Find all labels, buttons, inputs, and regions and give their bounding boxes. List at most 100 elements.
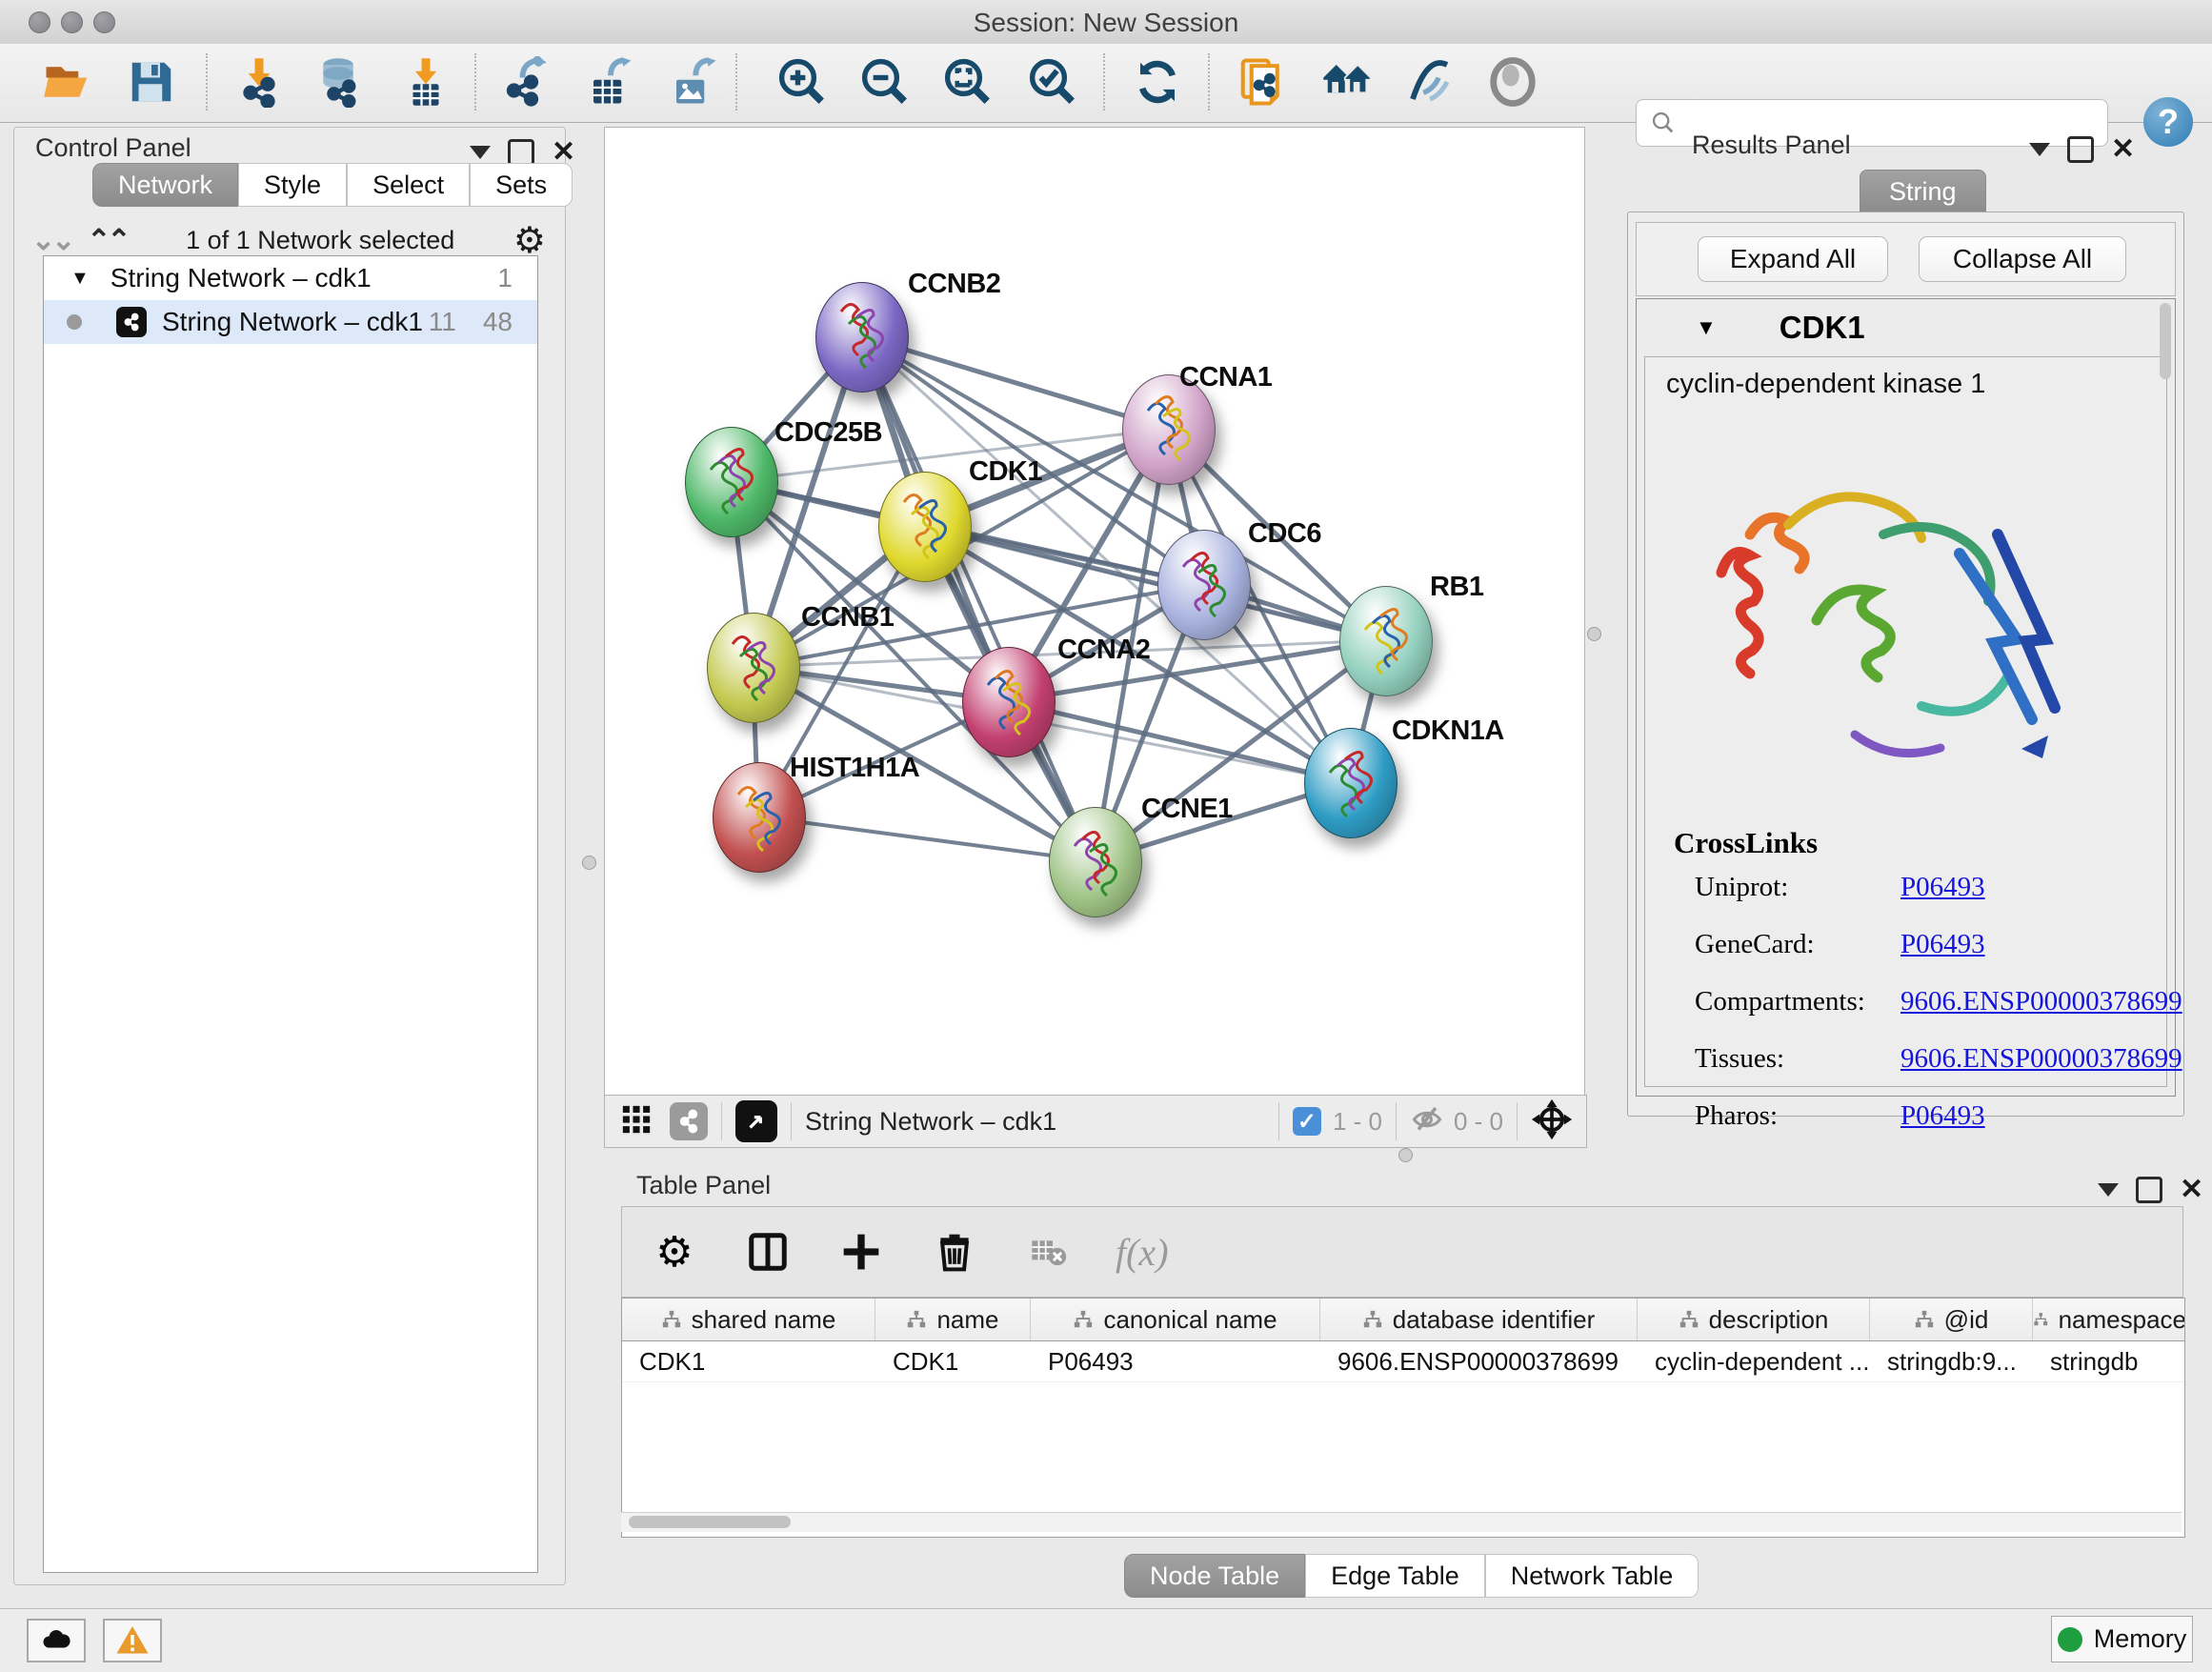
left-splitter-handle[interactable] — [582, 856, 596, 870]
birds-eye-view-icon[interactable] — [735, 1100, 777, 1142]
table-row[interactable]: CDK1CDK1P064939606.ENSP00000378699cyclin… — [622, 1341, 2184, 1382]
cloud-button[interactable] — [27, 1619, 86, 1662]
crosslink-label: Compartments: — [1695, 986, 1865, 1017]
node-CDK1[interactable] — [878, 472, 972, 582]
zoom-in-icon[interactable] — [774, 54, 830, 110]
crosslink-link[interactable]: P06493 — [1900, 929, 1985, 960]
string-results-container: Expand All Collapse All ▼ CDK1 cyclin-de… — [1627, 212, 2184, 1117]
open-session-icon[interactable] — [40, 54, 95, 110]
crosslink-link[interactable]: 9606.ENSP00000378699 — [1900, 1043, 2182, 1075]
maximize-panel-icon[interactable] — [2067, 136, 2094, 163]
delete-table-icon[interactable] — [1022, 1226, 1074, 1278]
gene-entry-content: cyclin-dependent kinase 1 — [1644, 356, 2167, 1087]
node-CDKN1A[interactable] — [1304, 728, 1398, 838]
cybrowser-home-icon[interactable] — [1319, 54, 1375, 110]
string-import-icon[interactable] — [1235, 54, 1290, 110]
close-panel-icon[interactable]: ✕ — [552, 142, 575, 163]
memory-button[interactable]: Memory — [2051, 1616, 2193, 1662]
collection-expander-icon[interactable]: ▼ — [70, 268, 90, 290]
collapse-all-button[interactable]: Collapse All — [1919, 236, 2126, 282]
warnings-button[interactable] — [103, 1619, 162, 1662]
zoom-fit-content-icon[interactable] — [940, 54, 995, 110]
tab-edge-table[interactable]: Edge Table — [1305, 1554, 1485, 1598]
highlight-eye-icon[interactable] — [1485, 54, 1540, 110]
control-panel-title: Control Panel — [35, 133, 191, 163]
show-columns-icon[interactable] — [742, 1226, 794, 1278]
node-CCNB2[interactable] — [815, 282, 909, 393]
export-table-icon[interactable] — [583, 54, 638, 110]
tab-sets[interactable]: Sets — [470, 163, 573, 207]
node-CDC25B[interactable] — [685, 427, 778, 537]
tab-select[interactable]: Select — [347, 163, 470, 207]
refresh-view-icon[interactable] — [1130, 54, 1185, 110]
column-header-namespace[interactable]: namespace — [2033, 1299, 2185, 1340]
table-cell[interactable]: CDK1 — [622, 1341, 875, 1381]
node-RB1[interactable] — [1339, 586, 1433, 696]
node-table[interactable]: shared namenamecanonical namedatabase id… — [621, 1298, 2185, 1538]
table-cell[interactable]: 9606.ENSP00000378699 — [1320, 1341, 1638, 1381]
zoom-selected-icon[interactable] — [1025, 54, 1080, 110]
maximize-panel-icon[interactable] — [508, 139, 534, 166]
protein-structure-thumbnail — [708, 614, 799, 722]
node-CCNE1[interactable] — [1049, 807, 1142, 917]
hide-graphics-details-icon[interactable] — [1402, 54, 1458, 110]
maximize-panel-icon[interactable] — [2136, 1177, 2162, 1203]
tab-node-table[interactable]: Node Table — [1124, 1554, 1305, 1598]
node-CCNB1[interactable] — [707, 613, 800, 723]
column-header-description[interactable]: description — [1638, 1299, 1870, 1340]
crosslink-link[interactable]: P06493 — [1900, 872, 1985, 903]
import-network-from-file-icon[interactable] — [231, 54, 287, 110]
tab-network-table[interactable]: Network Table — [1485, 1554, 1699, 1598]
delete-column-icon[interactable] — [929, 1226, 980, 1278]
node-CCNA2[interactable] — [962, 647, 1056, 757]
network-canvas[interactable]: CCNB2CCNA1CDC25BCDK1CDC6RB1CCNB1CCNA2CDK… — [604, 127, 1585, 1096]
table-cell[interactable]: cyclin-dependent ... — [1638, 1341, 1870, 1381]
export-image-icon[interactable] — [666, 54, 721, 110]
crosslink-link[interactable]: 9606.ENSP00000378699 — [1900, 986, 2182, 1017]
node-label-CCNB1: CCNB1 — [801, 602, 894, 634]
import-table-from-file-icon[interactable] — [398, 54, 453, 110]
tab-string[interactable]: String — [1860, 170, 1986, 213]
close-panel-icon[interactable]: ✕ — [2111, 139, 2135, 160]
expand-all-button[interactable]: Expand All — [1698, 236, 1888, 282]
table-cell[interactable]: stringdb:9... — [1870, 1341, 2033, 1381]
column-header-database-identifier[interactable]: database identifier — [1320, 1299, 1638, 1340]
save-session-icon[interactable] — [124, 54, 179, 110]
hidden-eye-icon[interactable] — [1410, 1102, 1444, 1141]
function-builder-icon[interactable]: f(x) — [1116, 1230, 1169, 1275]
right-splitter-handle[interactable] — [1587, 627, 1601, 641]
float-panel-icon[interactable] — [2029, 143, 2050, 156]
expand-all-networks-icon[interactable]: ⌃⌃ — [87, 224, 127, 257]
crosslink-link[interactable]: P06493 — [1900, 1100, 1985, 1132]
column-header-@id[interactable]: @id — [1870, 1299, 2033, 1340]
collapse-all-networks-icon[interactable]: ⌄⌄ — [31, 224, 71, 257]
tab-network[interactable]: Network — [92, 163, 238, 207]
table-horizontal-scrollbar[interactable] — [621, 1512, 2182, 1532]
node-CDC6[interactable] — [1157, 530, 1251, 640]
network-overview-icon[interactable] — [670, 1102, 708, 1140]
table-cell[interactable]: stringdb — [2033, 1341, 2185, 1381]
zoom-out-icon[interactable] — [857, 54, 913, 110]
table-cell[interactable]: CDK1 — [875, 1341, 1031, 1381]
float-panel-icon[interactable] — [470, 146, 491, 159]
gene-entry-expander-icon[interactable]: ▼ — [1696, 315, 1717, 340]
selected-count-checkbox[interactable]: ✓ — [1293, 1107, 1321, 1136]
network-row[interactable]: String Network – cdk1 11 48 — [44, 300, 537, 344]
table-cell[interactable]: P06493 — [1031, 1341, 1320, 1381]
tab-style[interactable]: Style — [238, 163, 347, 207]
move-network-icon[interactable] — [1531, 1098, 1573, 1145]
toolbar-separator — [1103, 53, 1105, 111]
export-network-icon[interactable] — [499, 54, 554, 110]
import-network-from-database-icon[interactable] — [311, 54, 366, 110]
column-header-canonical-name[interactable]: canonical name — [1031, 1299, 1320, 1340]
table-options-gear-icon[interactable]: ⚙ — [649, 1226, 700, 1278]
column-header-shared-name[interactable]: shared name — [622, 1299, 875, 1340]
create-column-icon[interactable] — [835, 1226, 887, 1278]
column-header-name[interactable]: name — [875, 1299, 1031, 1340]
network-collection-row[interactable]: ▼ String Network – cdk1 1 — [44, 256, 537, 300]
results-scrollbar-thumb[interactable] — [2160, 303, 2171, 379]
float-panel-icon[interactable] — [2098, 1183, 2119, 1197]
grid-view-icon[interactable] — [620, 1103, 653, 1140]
close-panel-icon[interactable]: ✕ — [2180, 1179, 2203, 1200]
scrollbar-thumb[interactable] — [629, 1516, 791, 1528]
